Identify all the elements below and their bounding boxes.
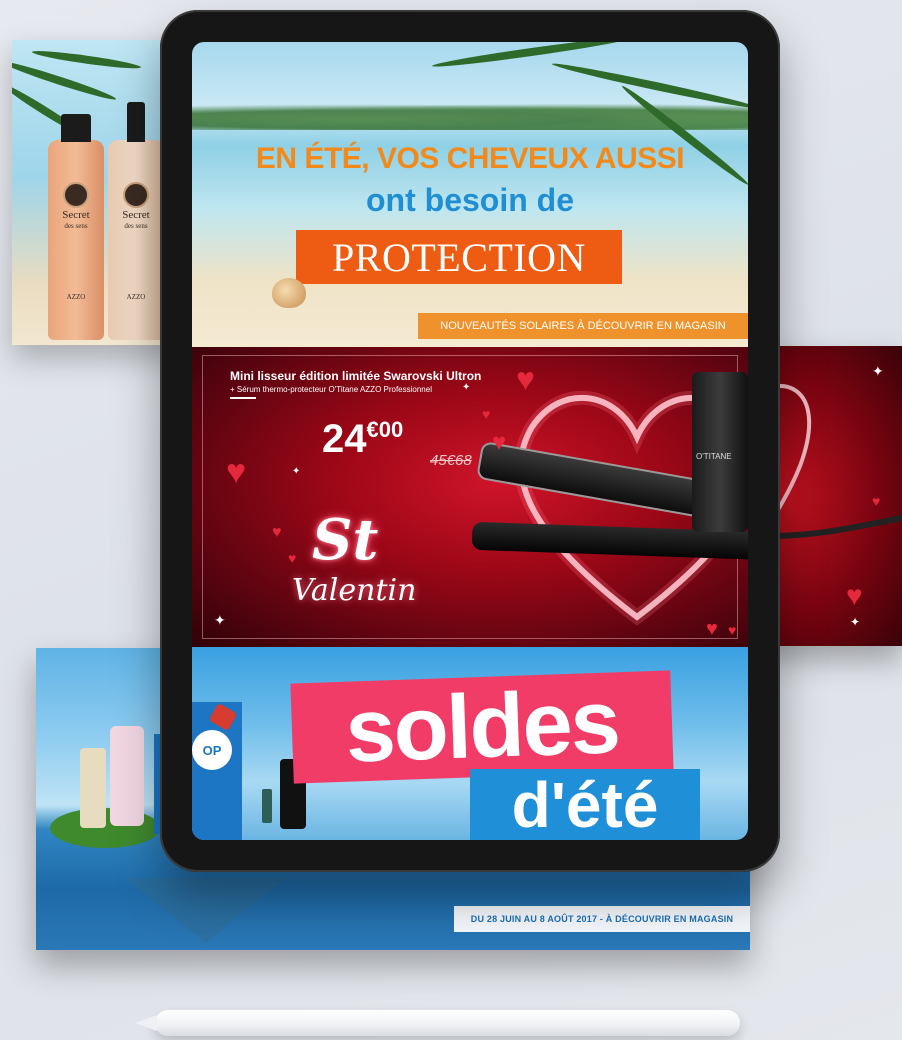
st-valentin-title: St xyxy=(312,507,379,573)
promo-title: Mini lisseur édition limitée Swarovski U… xyxy=(230,369,482,383)
soldes-word: soldes xyxy=(343,672,621,782)
stylus-tip xyxy=(135,1015,157,1031)
summer-tagline: NOUVEAUTÉS SOLAIRES À DÉCOUVRIR EN MAGAS… xyxy=(418,313,748,339)
promo-subtitle: + Sérum thermo-protecteur O'Titane AZZO … xyxy=(230,385,432,394)
price-current: 24€00 xyxy=(322,417,404,461)
summer-subheadline: ont besoin de xyxy=(366,182,574,218)
heart-icon: ♥ xyxy=(482,406,491,422)
sparkle-icon: ✦ xyxy=(292,466,301,477)
stylus-pencil xyxy=(135,1010,740,1036)
palm-leaf xyxy=(431,42,631,70)
palm-leaf xyxy=(31,48,142,72)
heart-icon: ♥ xyxy=(492,429,507,456)
heart-icon: ♥ xyxy=(288,550,297,566)
ete-box: d'été xyxy=(470,769,700,840)
product-tube xyxy=(80,748,106,828)
sparkle-icon: ✦ xyxy=(872,363,884,379)
valentin-title: Valentin xyxy=(292,573,417,608)
protection-label-box: PROTECTION xyxy=(296,230,622,284)
heart-icon: ♥ xyxy=(226,453,247,491)
protection-label: PROTECTION xyxy=(332,234,586,280)
heart-icon: ♥ xyxy=(706,618,718,640)
heart-icon: ♥ xyxy=(846,580,863,611)
brand-logo-icon xyxy=(123,182,149,208)
heart-icon: ♥ xyxy=(872,493,881,509)
serum-bottle: Secret des sens AZZO xyxy=(108,102,164,340)
sparkle-icon: ✦ xyxy=(462,382,471,393)
tablet-screen: EN ÉTÉ, VOS CHEVEUX AUSSI ont besoin de … xyxy=(192,42,748,840)
heart-icon: ♥ xyxy=(516,361,535,397)
valentine-promo-banner[interactable]: Mini lisseur édition limitée Swarovski U… xyxy=(192,347,748,647)
soldes-box: soldes xyxy=(290,670,674,784)
soldes-ete-banner[interactable]: OP soldes d'été xyxy=(192,647,748,840)
tablet-device: EN ÉTÉ, VOS CHEVEUX AUSSI ont besoin de … xyxy=(160,10,780,872)
seashell-icon xyxy=(272,278,306,308)
shampoo-bottle: Secret des sens AZZO xyxy=(48,114,104,340)
ete-word: d'été xyxy=(511,769,659,840)
divider xyxy=(230,397,256,399)
neon-heart-shape xyxy=(760,384,902,542)
heart-icon: ♥ xyxy=(728,622,737,638)
heart-icon: ♥ xyxy=(272,524,282,541)
summer-protection-banner[interactable]: EN ÉTÉ, VOS CHEVEUX AUSSI ont besoin de … xyxy=(192,42,748,347)
product-bottle xyxy=(110,726,144,826)
summer-headline: EN ÉTÉ, VOS CHEVEUX AUSSI xyxy=(255,142,685,175)
serum-bottle: O'TITANE xyxy=(692,372,748,532)
sparkle-icon: ✦ xyxy=(214,612,226,628)
soldes-dates-label: DU 28 JUIN AU 8 AOÛT 2017 - À DÉCOUVRIR … xyxy=(454,906,750,932)
bag-logo: OP xyxy=(192,730,232,770)
brand-logo-icon xyxy=(63,182,89,208)
sparkle-icon: ✦ xyxy=(850,615,861,629)
island-reflection xyxy=(126,878,286,943)
valentine-banner-back: ♥ ♥ ✦ ✦ xyxy=(760,346,902,646)
price-old: 45€68 xyxy=(430,452,472,469)
nail-polish xyxy=(262,789,272,823)
